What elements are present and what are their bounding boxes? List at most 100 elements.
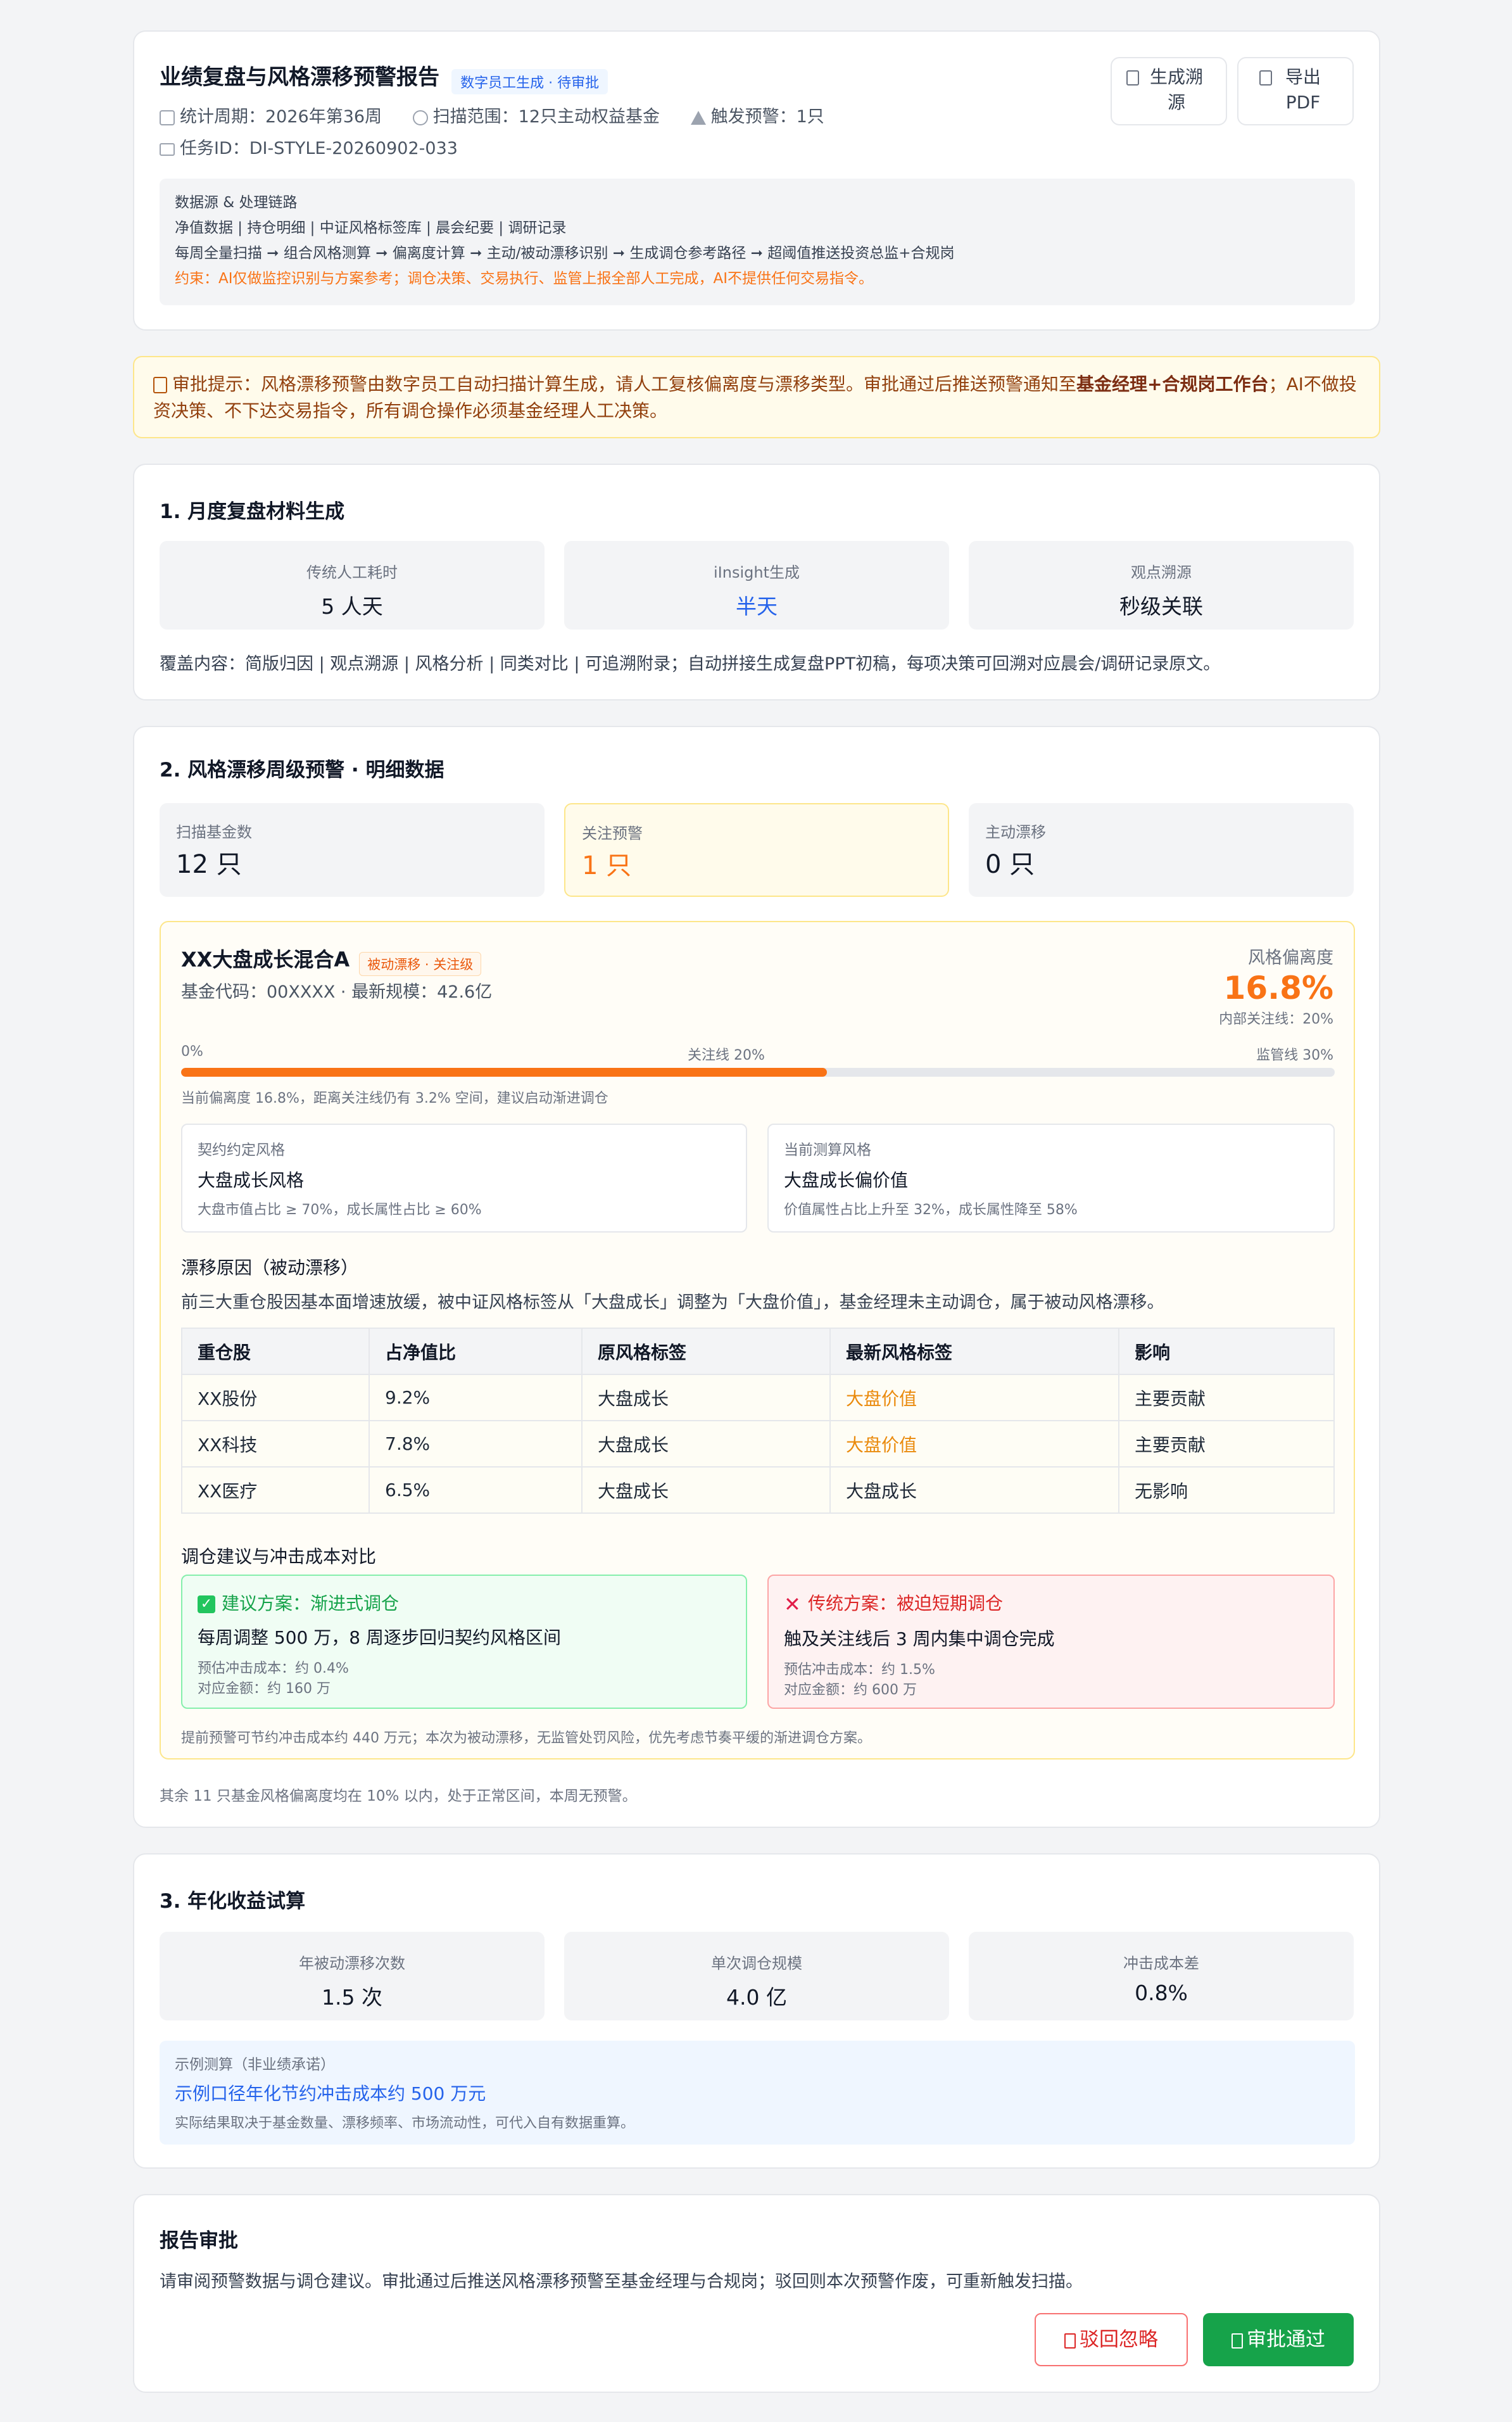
stat-label: 冲击成本差 bbox=[1123, 1955, 1199, 1972]
bar-label-start: 0% bbox=[181, 1044, 203, 1060]
export-pdf-label: 导出PDF bbox=[1285, 67, 1321, 113]
col-orig-style: 原风格标签 bbox=[581, 1328, 831, 1375]
stat-label: 观点溯源 bbox=[1131, 564, 1192, 581]
current-style-label: 当前测算风格 bbox=[784, 1142, 871, 1158]
stat-rebalance-size: 单次调仓规模 4.0 亿 bbox=[564, 1932, 949, 2020]
generate-trace-label: 生成溯源 bbox=[1149, 67, 1203, 113]
section-style-drift: 2. 风格漂移周级预警 · 明细数据 扫描基金数 12 只 关注预警 1 只 主… bbox=[133, 726, 1380, 1828]
fund-alert-panel: XX大盘成长混合A 被动漂移 · 关注级 基金代码：00XXXX · 最新规模：… bbox=[160, 921, 1355, 1759]
reason-text: 前三大重仓股因基本面增速放缓，被中证风格标签从「大盘成长」调整为「大盘价值」，基… bbox=[181, 1293, 1164, 1312]
cell-stock: XX股份 bbox=[181, 1374, 370, 1421]
table-row: XX股份 9.2% 大盘成长 大盘价值 主要贡献 bbox=[181, 1374, 1335, 1421]
cell-orig-style: 大盘成长 bbox=[581, 1466, 831, 1514]
section3-title: 3. 年化收益试算 bbox=[160, 1890, 306, 1913]
stat-value: 1 只 bbox=[582, 851, 632, 880]
deviation-bar-track bbox=[181, 1068, 1335, 1077]
example-panel: 示例测算（非业绩承诺） 示例口径年化节约冲击成本约 500 万元 实际结果取决于… bbox=[160, 2041, 1355, 2145]
datasource-panel: 数据源 & 处理链路 净值数据 | 持仓明细 | 中证风格标签库 | 晨会纪要 … bbox=[160, 179, 1355, 305]
deviation-bar-fill bbox=[181, 1068, 828, 1077]
table-row: XX医疗 6.5% 大盘成长 大盘成长 无影响 bbox=[181, 1466, 1335, 1514]
stat-value: 4.0 亿 bbox=[726, 1985, 787, 2010]
holdings-table: 重仓股 占净值比 原风格标签 最新风格标签 影响 XX股份 9.2% 大盘成长 … bbox=[181, 1328, 1335, 1514]
compare-title: 调仓建议与冲击成本对比 bbox=[181, 1546, 377, 1567]
current-style-note: 价值属性占比上升至 32%，成长属性降至 58% bbox=[784, 1202, 1078, 1218]
approve-button[interactable]: 审批通过 bbox=[1203, 2313, 1354, 2366]
plan-recommended: ✓ 建议方案：渐进式调仓 每周调整 500 万，8 周逐步回归契约风格区间 预估冲… bbox=[181, 1575, 747, 1709]
example-note: 实际结果取决于基金数量、漂移频率、市场流动性，可代入自有数据重算。 bbox=[175, 2115, 635, 2131]
approval-card: 报告审批 请审阅预警数据与调仓建议。审批通过后推送风格漂移预警至基金经理与合规岗… bbox=[133, 2194, 1380, 2393]
stat-value: 0.8% bbox=[1135, 1981, 1188, 2005]
stat-value: 5 人天 bbox=[321, 594, 383, 619]
stat-label: 传统人工耗时 bbox=[306, 564, 398, 581]
plan-traditional-cost: 预估冲击成本：约 1.5% bbox=[784, 1662, 935, 1678]
section1-title: 1. 月度复盘材料生成 bbox=[160, 500, 345, 523]
ai-constraint: 约束：AI仅做监控识别与方案参考；调仓决策、交易执行、监管上报全部人工完成，AI… bbox=[175, 270, 874, 287]
datasource-title: 数据源 & 处理链路 bbox=[175, 194, 298, 211]
plan-traditional-title: 传统方案：被迫短期调仓 bbox=[808, 1593, 1004, 1614]
section-annual-estimate: 3. 年化收益试算 年被动漂移次数 1.5 次 单次调仓规模 4.0 亿 冲击成… bbox=[133, 1853, 1380, 2169]
col-ratio: 占净值比 bbox=[369, 1328, 583, 1375]
plan-traditional-amount: 对应金额：约 600 万 bbox=[784, 1682, 917, 1698]
calendar-icon bbox=[160, 110, 175, 125]
cell-stock: XX医疗 bbox=[181, 1466, 370, 1514]
task-id: 任务ID：DI-STYLE-20260902-033 bbox=[180, 139, 458, 158]
bar-label-watch: 关注线 20% bbox=[688, 1048, 765, 1063]
cross-icon: ✕ bbox=[784, 1592, 801, 1616]
stat-watch-alerts: 关注预警 1 只 bbox=[564, 803, 949, 897]
col-latest-style: 最新风格标签 bbox=[829, 1328, 1119, 1375]
stat-value: 1.5 次 bbox=[322, 1985, 382, 2010]
stat-label: 单次调仓规模 bbox=[711, 1955, 802, 1972]
drift-tag: 被动漂移 · 关注级 bbox=[359, 951, 482, 976]
reject-label: 驳回忽略 bbox=[1080, 2328, 1158, 2351]
current-style-box: 当前测算风格 大盘成长偏价值 价值属性占比上升至 32%，成长属性降至 58% bbox=[767, 1124, 1335, 1233]
approval-notice: 审批提示：风格漂移预警由数字员工自动扫描计算生成，请人工复核偏离度与漂移类型。审… bbox=[133, 356, 1380, 438]
stat-scanned-funds: 扫描基金数 12 只 bbox=[160, 803, 545, 897]
download-icon bbox=[1259, 70, 1272, 86]
deviation-value: 16.8% bbox=[1223, 970, 1333, 1006]
cell-impact: 主要贡献 bbox=[1118, 1420, 1335, 1468]
example-value: 示例口径年化节约冲击成本约 500 万元 bbox=[175, 2083, 486, 2104]
col-stock: 重仓股 bbox=[181, 1328, 370, 1375]
cell-ratio: 9.2% bbox=[369, 1374, 583, 1421]
table-row: XX科技 7.8% 大盘成长 大盘价值 主要贡献 bbox=[181, 1420, 1335, 1468]
plan-traditional-desc: 触及关注线后 3 周内集中调仓完成 bbox=[784, 1628, 1055, 1649]
period-text: 统计周期：2026年第36周 bbox=[180, 107, 382, 127]
cell-latest-style: 大盘成长 bbox=[829, 1466, 1119, 1514]
stat-tracing: 观点溯源 秒级关联 bbox=[969, 541, 1354, 630]
deviation-label: 风格偏离度 bbox=[1248, 948, 1333, 968]
id-icon bbox=[160, 143, 175, 156]
notice-icon bbox=[153, 377, 167, 393]
plan-recommended-amount: 对应金额：约 160 万 bbox=[198, 1681, 331, 1697]
status-badge: 数字员工生成 · 待审批 bbox=[451, 68, 608, 94]
others-note: 其余 11 只基金风格偏离度均在 10% 以内，处于正常区间，本周无预警。 bbox=[160, 1788, 637, 1804]
approve-label: 审批通过 bbox=[1247, 2328, 1325, 2351]
scope-icon bbox=[412, 110, 428, 125]
example-label: 示例测算（非业绩承诺） bbox=[175, 2057, 335, 2073]
stat-label: 主动漂移 bbox=[985, 823, 1046, 841]
cell-latest-style: 大盘价值 bbox=[829, 1420, 1119, 1468]
reason-title: 漂移原因（被动漂移） bbox=[181, 1257, 359, 1278]
report-header-card: 业绩复盘与风格漂移预警报告 数字员工生成 · 待审批 统计周期：2026年第36… bbox=[133, 30, 1380, 331]
check-icon: ✓ bbox=[198, 1595, 215, 1613]
internal-line: 内部关注线：20% bbox=[1219, 1011, 1333, 1027]
stat-active-drift: 主动漂移 0 只 bbox=[969, 803, 1354, 897]
scope-text: 扫描范围：12只主动权益基金 bbox=[432, 107, 660, 127]
alert-icon bbox=[690, 110, 706, 125]
savings-footnote: 提前预警可节约冲击成本约 440 万元；本次为被动漂移，无监管处罚风险，优先考虑… bbox=[181, 1730, 871, 1746]
bar-label-reg: 监管线 30% bbox=[1256, 1048, 1333, 1063]
approval-desc: 请审阅预警数据与调仓建议。审批通过后推送风格漂移预警至基金经理与合规岗；驳回则本… bbox=[160, 2272, 1083, 2292]
stat-label: iInsight生成 bbox=[714, 564, 800, 581]
stat-value: 半天 bbox=[736, 594, 778, 619]
cell-latest-style: 大盘价值 bbox=[829, 1374, 1119, 1421]
stat-value: 12 只 bbox=[176, 850, 242, 879]
processing-pipeline: 每周全量扫描 ➞ 组合风格测算 ➞ 偏离度计算 ➞ 主动/被动漂移识别 ➞ 生成… bbox=[175, 245, 955, 262]
cell-orig-style: 大盘成长 bbox=[581, 1420, 831, 1468]
approve-icon bbox=[1232, 2333, 1243, 2349]
approval-title: 报告审批 bbox=[160, 2229, 238, 2252]
cell-ratio: 7.8% bbox=[369, 1420, 583, 1468]
generate-trace-button[interactable]: 生成溯源 bbox=[1111, 57, 1227, 125]
stat-cost-diff: 冲击成本差 0.8% bbox=[969, 1932, 1354, 2020]
reject-button[interactable]: 驳回忽略 bbox=[1035, 2313, 1188, 2366]
stat-label: 年被动漂移次数 bbox=[299, 1955, 405, 1972]
export-pdf-button[interactable]: 导出PDF bbox=[1237, 57, 1354, 125]
